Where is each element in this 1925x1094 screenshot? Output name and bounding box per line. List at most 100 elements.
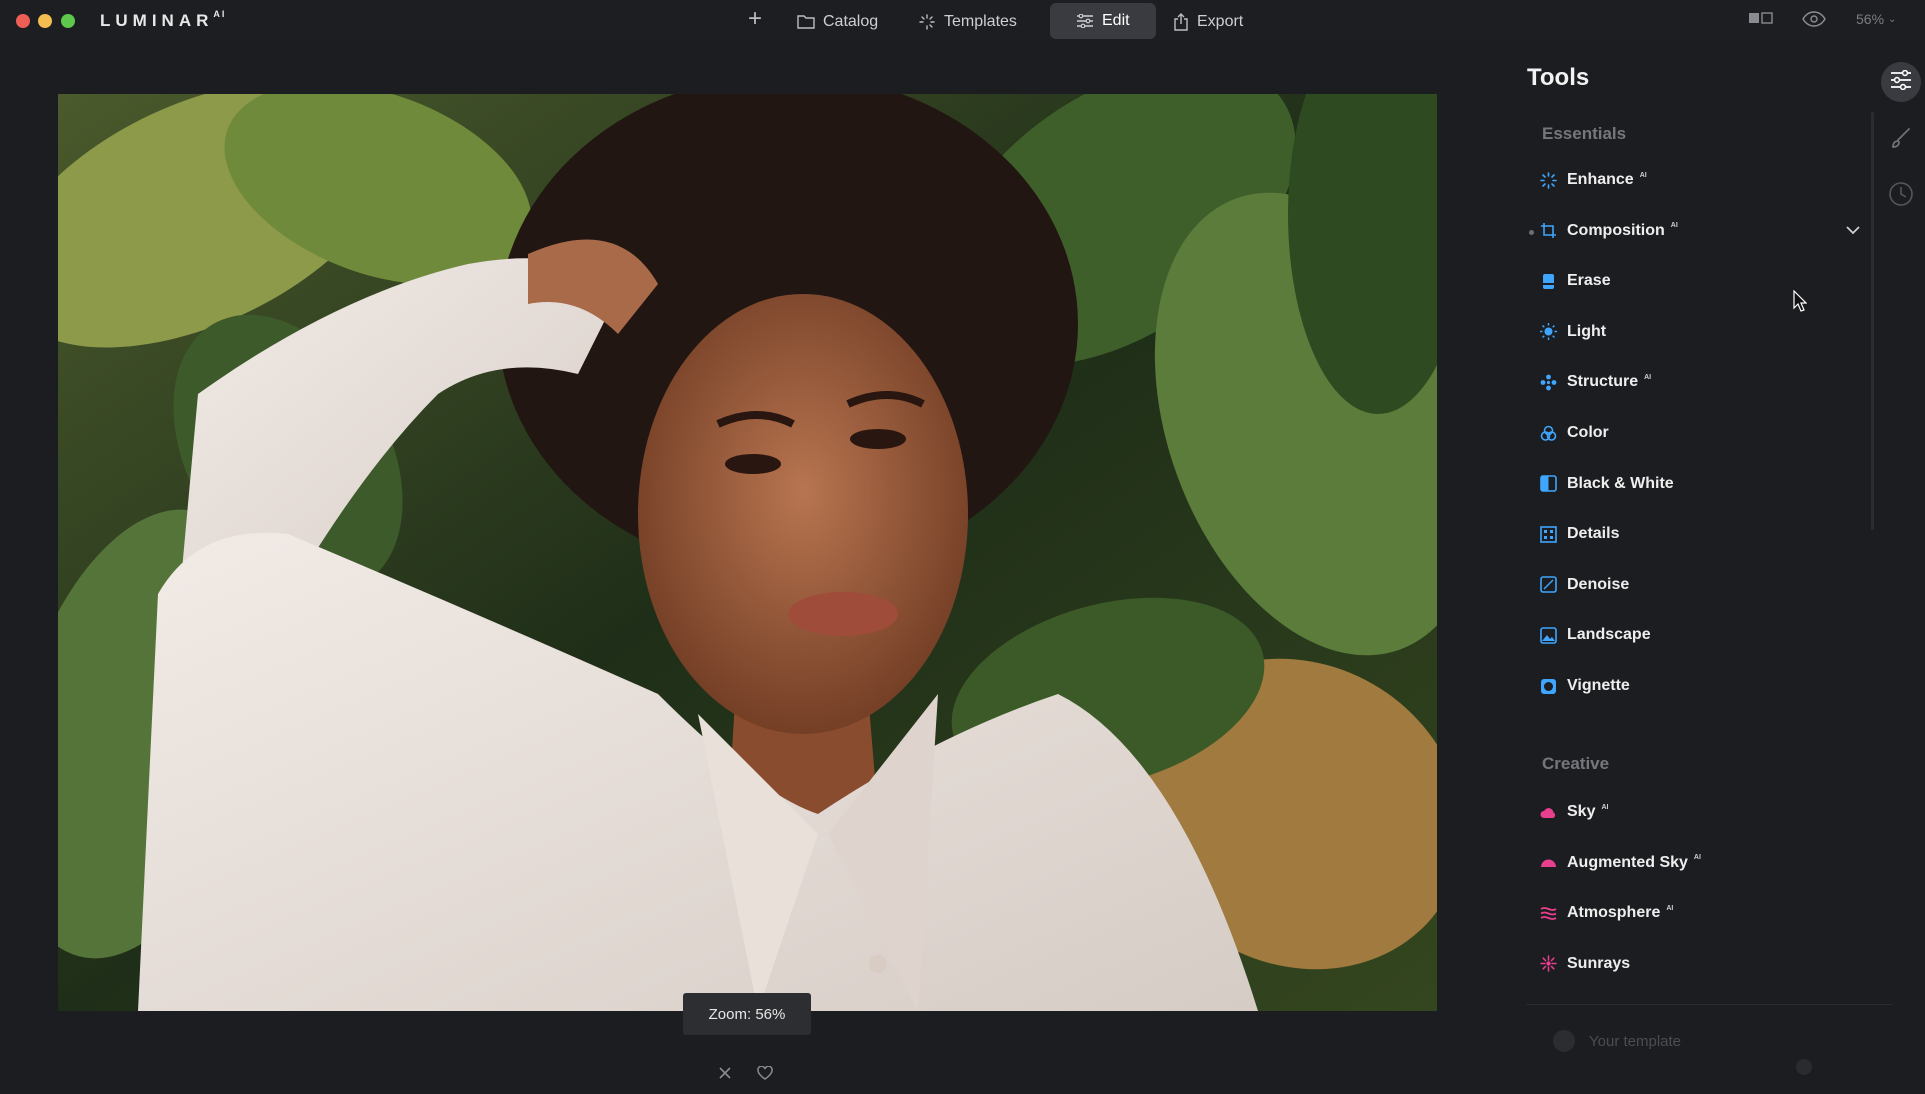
share-icon (1173, 12, 1189, 31)
nav-catalog-label: Catalog (823, 12, 879, 30)
tool-label: Sky (1567, 803, 1596, 820)
ai-badge: AI (1639, 171, 1647, 179)
tool-sky[interactable]: Sky AI (1540, 797, 1860, 827)
tool-label: Vignette (1567, 677, 1630, 694)
sky-icon (1540, 804, 1557, 821)
plus-icon: + (748, 4, 763, 32)
augmented-sky-icon (1540, 854, 1557, 871)
tool-erase[interactable]: Erase (1540, 266, 1860, 296)
erase-icon (1540, 273, 1557, 290)
section-creative[interactable]: Creative (1542, 754, 1609, 774)
denoise-icon (1540, 576, 1557, 594)
sunrays-icon (1540, 955, 1557, 973)
nav-templates[interactable]: Templates (918, 9, 1017, 34)
clock-icon (1888, 181, 1914, 212)
tool-label: Sunrays (1567, 954, 1631, 972)
nav-edit-label: Edit (1102, 12, 1130, 29)
divider (1526, 1004, 1892, 1005)
ai-badge: AI (1670, 222, 1678, 230)
section-essentials[interactable]: Essentials (1542, 124, 1626, 144)
compare-icon (1748, 11, 1774, 30)
close-window-button[interactable] (16, 14, 30, 28)
tool-augmented-sky[interactable]: Augmented Sky AI (1540, 848, 1860, 878)
tool-denoise[interactable]: Denoise (1540, 570, 1860, 600)
sun-icon (1540, 323, 1557, 341)
tool-label: Structure (1567, 373, 1639, 391)
tool-label: Atmosphere (1567, 904, 1661, 922)
tool-details[interactable]: Details (1540, 519, 1860, 549)
bw-icon (1540, 475, 1557, 492)
eye-icon (1802, 11, 1826, 32)
landscape-icon (1540, 627, 1557, 644)
ai-badge: AI (1693, 854, 1701, 862)
sliders-icon (1076, 14, 1094, 28)
preview-button[interactable] (1802, 11, 1826, 32)
portrait-photo (58, 94, 1437, 1011)
template-placeholder: Your template (1589, 1032, 1682, 1050)
enhance-icon (1540, 171, 1557, 189)
nav-catalog[interactable]: Catalog (797, 9, 878, 34)
template-avatar (1553, 1030, 1575, 1052)
tool-black-and-white[interactable]: Black & White (1540, 469, 1860, 499)
add-photos-button[interactable]: + (748, 4, 763, 32)
ai-badge: AI (1644, 373, 1652, 381)
masking-tab-button[interactable] (1881, 120, 1921, 160)
maximize-window-button[interactable] (61, 14, 75, 28)
close-icon (718, 1066, 732, 1085)
history-tab-button[interactable] (1881, 176, 1921, 216)
sliders-icon (1889, 69, 1913, 95)
tool-label: Augmented Sky (1567, 853, 1688, 871)
compare-button[interactable] (1748, 11, 1774, 30)
photo-canvas[interactable] (58, 94, 1437, 1011)
zoom-value: 56% (1856, 11, 1885, 27)
tools-scrollbar[interactable] (1871, 112, 1874, 530)
nav-edit[interactable]: Edit (1050, 3, 1156, 39)
tool-label: Landscape (1567, 626, 1651, 644)
tool-label: Composition (1567, 221, 1665, 239)
mouse-cursor-icon (1793, 289, 1808, 317)
zoom-indicator: Zoom: 56% (683, 993, 811, 1035)
nav-templates-label: Templates (944, 12, 1017, 30)
tool-label: Erase (1567, 272, 1611, 290)
ai-badge: AI (1666, 904, 1674, 912)
tool-composition[interactable]: Composition AI (1540, 216, 1860, 246)
nav-export-label: Export (1197, 12, 1244, 30)
tool-structure[interactable]: Structure AI (1540, 367, 1860, 397)
nav-export[interactable]: Export (1173, 9, 1243, 34)
tool-landscape[interactable]: Landscape (1540, 620, 1860, 650)
crop-icon (1540, 222, 1557, 239)
vignette-icon (1540, 678, 1557, 695)
reject-button[interactable] (718, 1066, 732, 1085)
app-logo: LUMINARAI (100, 9, 227, 30)
favorite-button[interactable] (757, 1065, 773, 1085)
details-icon (1540, 525, 1557, 543)
top-bar: LUMINARAI + Catalog Templates Edit Expor… (0, 0, 1925, 42)
active-tool-indicator (1529, 230, 1534, 235)
tool-label: Details (1567, 525, 1620, 543)
tool-label: Enhance (1567, 171, 1634, 188)
ai-badge: AI (1601, 803, 1609, 811)
zoom-indicator-label: Zoom: 56% (708, 1005, 786, 1023)
tool-label: Denoise (1567, 575, 1630, 593)
tools-panel-title: Tools (1527, 64, 1590, 91)
tool-sunrays[interactable]: Sunrays (1540, 949, 1860, 979)
brush-icon (1889, 126, 1913, 155)
tools-tab-button[interactable] (1881, 62, 1921, 102)
chevron-down-icon: ⌄ (1888, 13, 1897, 25)
folder-icon (797, 14, 815, 29)
tool-light[interactable]: Light (1540, 317, 1860, 347)
sparkle-icon (918, 13, 936, 31)
chevron-down-icon[interactable] (1846, 222, 1860, 240)
heart-icon (757, 1065, 773, 1085)
color-icon (1540, 425, 1557, 442)
tool-enhance[interactable]: Enhance AI (1540, 165, 1860, 195)
your-template-row[interactable]: Your template (1553, 1030, 1681, 1052)
tool-atmosphere[interactable]: Atmosphere AI (1540, 898, 1860, 928)
tool-label: Black & White (1567, 474, 1674, 492)
minimize-window-button[interactable] (38, 14, 52, 28)
tool-color[interactable]: Color (1540, 418, 1860, 448)
zoom-dropdown[interactable]: 56% ⌄ (1856, 11, 1896, 27)
template-action-button[interactable] (1796, 1059, 1812, 1075)
atmosphere-icon (1540, 905, 1557, 922)
tool-vignette[interactable]: Vignette (1540, 671, 1860, 701)
